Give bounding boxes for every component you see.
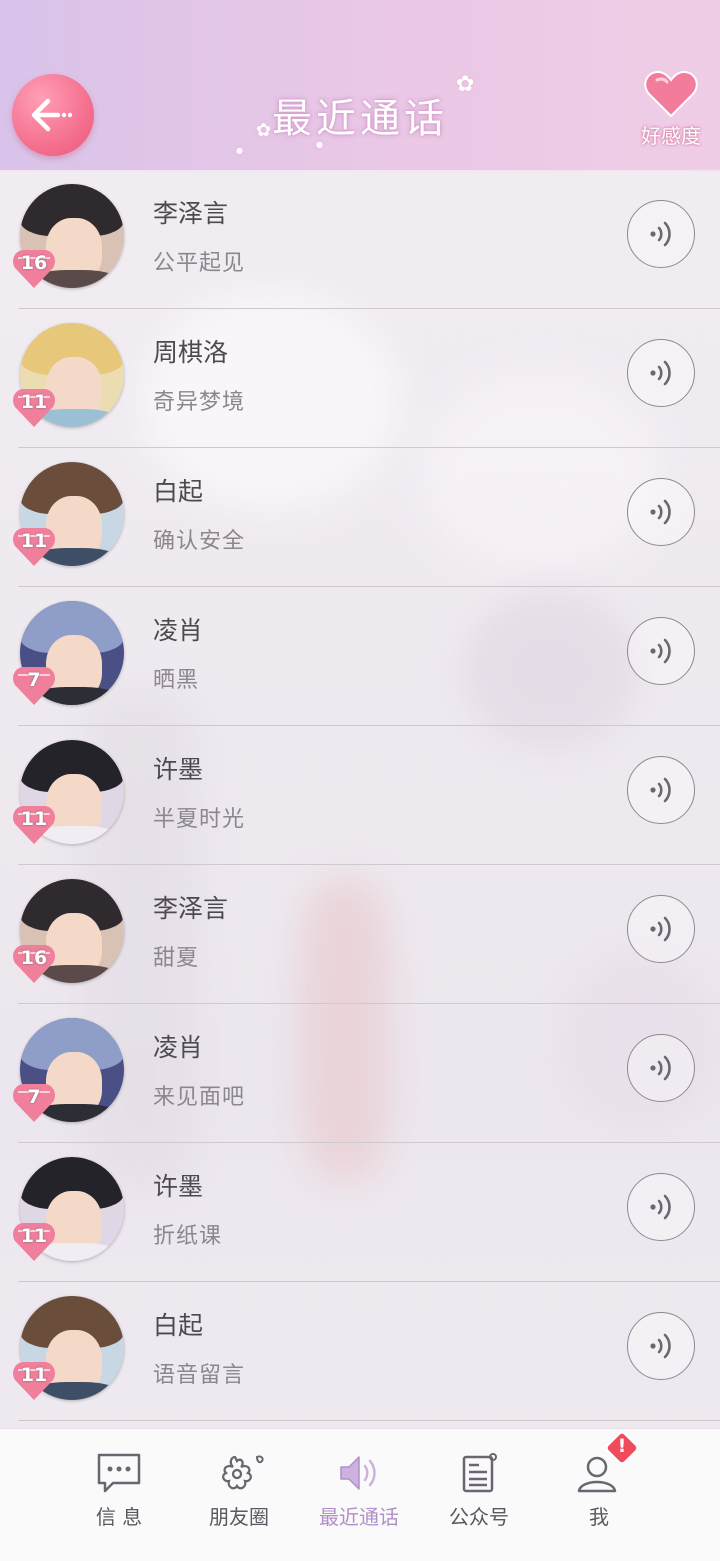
- affinity-label: 好感度: [641, 124, 701, 148]
- sparkle-icon: ✿: [456, 72, 475, 97]
- level-number: 11: [20, 1225, 48, 1247]
- nav-label: 信 息: [95, 1505, 143, 1529]
- caller-name: 白起: [153, 477, 204, 506]
- caller-name: 凌肖: [153, 616, 204, 645]
- call-title: 晒黑: [153, 668, 200, 693]
- call-title: 公平起见: [153, 251, 246, 276]
- call-title: 甜夏: [153, 946, 200, 971]
- nav-moments[interactable]: 朋友圈: [179, 1451, 299, 1530]
- level-number: 16: [20, 252, 48, 274]
- heart-icon: [644, 70, 698, 118]
- affinity-level-badge: 11: [12, 1352, 56, 1402]
- level-number: 7: [27, 669, 41, 691]
- sparkle-icon: ●: [316, 140, 323, 149]
- recent-calls-list: 16 李泽言 公平起见 11 周棋洛 奇异梦境 11 白起 确认安全 7 凌肖 …: [0, 170, 720, 1421]
- affinity-level-badge: 16: [12, 935, 56, 985]
- call-title: 语音留言: [153, 1363, 246, 1388]
- nav-me[interactable]: ! 我: [539, 1431, 659, 1530]
- nav-official-accounts[interactable]: 公众号: [419, 1451, 539, 1530]
- call-title: 折纸课: [153, 1224, 223, 1249]
- newspaper-icon: [462, 1453, 497, 1493]
- caller-name: 凌肖: [153, 1033, 204, 1062]
- sparkle-icon: ●: [236, 146, 243, 155]
- voice-call-icon: [650, 777, 671, 803]
- bottom-navigation: 信 息 朋友圈 最近通话 公众号 ! 我: [0, 1428, 720, 1561]
- affinity-level-badge: 16: [12, 240, 56, 290]
- nav-label: 朋友圈: [209, 1505, 269, 1529]
- voice-call-icon: [650, 360, 671, 386]
- voice-call-icon: [650, 499, 671, 525]
- voice-call-icon: [650, 1333, 671, 1359]
- nav-label: 我: [589, 1505, 609, 1529]
- level-number: 11: [20, 1364, 48, 1386]
- message-icon: [97, 1453, 141, 1493]
- level-number: 7: [27, 1086, 41, 1108]
- affinity-level-badge: 11: [12, 796, 56, 846]
- caller-name: 周棋洛: [153, 338, 229, 367]
- call-row[interactable]: 16 李泽言 甜夏: [0, 865, 720, 1004]
- affinity-level-badge: 7: [12, 657, 56, 707]
- voice-call-icon: [650, 1194, 671, 1220]
- play-call-button[interactable]: [627, 1312, 695, 1380]
- call-row[interactable]: 11 白起 语音留言: [0, 1282, 720, 1421]
- voice-call-icon: [650, 1055, 671, 1081]
- nav-recent-calls[interactable]: 最近通话: [299, 1451, 419, 1530]
- badge-text: !: [617, 1435, 627, 1457]
- affinity-button[interactable]: 好感度: [634, 70, 708, 156]
- flower-icon: [222, 1455, 264, 1490]
- call-title: 半夏时光: [153, 807, 246, 832]
- notification-badge: !: [605, 1431, 639, 1465]
- caller-name: 李泽言: [153, 199, 229, 228]
- voice-call-icon: [650, 221, 671, 247]
- affinity-level-badge: 11: [12, 379, 56, 429]
- call-title: 确认安全: [153, 529, 246, 554]
- call-row[interactable]: 11 周棋洛 奇异梦境: [0, 309, 720, 448]
- speaker-icon: [340, 1456, 376, 1490]
- caller-name: 白起: [153, 1311, 204, 1340]
- caller-name: 李泽言: [153, 894, 229, 923]
- play-call-button[interactable]: [627, 339, 695, 407]
- level-number: 16: [20, 947, 48, 969]
- voice-call-icon: [650, 916, 671, 942]
- play-call-button[interactable]: [627, 1034, 695, 1102]
- call-row[interactable]: 11 许墨 半夏时光: [0, 726, 720, 865]
- call-title: 奇异梦境: [153, 390, 246, 415]
- call-title: 来见面吧: [153, 1085, 246, 1110]
- play-call-button[interactable]: [627, 200, 695, 268]
- level-number: 11: [20, 391, 48, 413]
- call-row[interactable]: 7 凌肖 晒黑: [0, 587, 720, 726]
- nav-label: 最近通话: [319, 1505, 399, 1529]
- level-number: 11: [20, 808, 48, 830]
- call-row[interactable]: 16 李泽言 公平起见: [0, 170, 720, 309]
- page-title: 最近通话: [272, 96, 448, 142]
- play-call-button[interactable]: [627, 1173, 695, 1241]
- call-row[interactable]: 11 白起 确认安全: [0, 448, 720, 587]
- row-divider: [18, 1420, 720, 1421]
- affinity-level-badge: 11: [12, 518, 56, 568]
- nav-messages[interactable]: 信 息: [59, 1451, 179, 1530]
- voice-call-icon: [650, 638, 671, 664]
- caller-name: 许墨: [153, 755, 204, 784]
- play-call-button[interactable]: [627, 617, 695, 685]
- play-call-button[interactable]: [627, 895, 695, 963]
- caller-name: 许墨: [153, 1172, 204, 1201]
- affinity-level-badge: 11: [12, 1213, 56, 1263]
- play-call-button[interactable]: [627, 478, 695, 546]
- level-number: 11: [20, 530, 48, 552]
- call-row[interactable]: 7 凌肖 来见面吧: [0, 1004, 720, 1143]
- nav-label: 公众号: [449, 1505, 509, 1529]
- play-call-button[interactable]: [627, 756, 695, 824]
- header-bar: 最近通话 ✿ ✿ ● ● 好感度: [0, 0, 720, 172]
- affinity-level-badge: 7: [12, 1074, 56, 1124]
- sparkle-icon: ✿: [256, 120, 272, 141]
- call-row[interactable]: 11 许墨 折纸课: [0, 1143, 720, 1282]
